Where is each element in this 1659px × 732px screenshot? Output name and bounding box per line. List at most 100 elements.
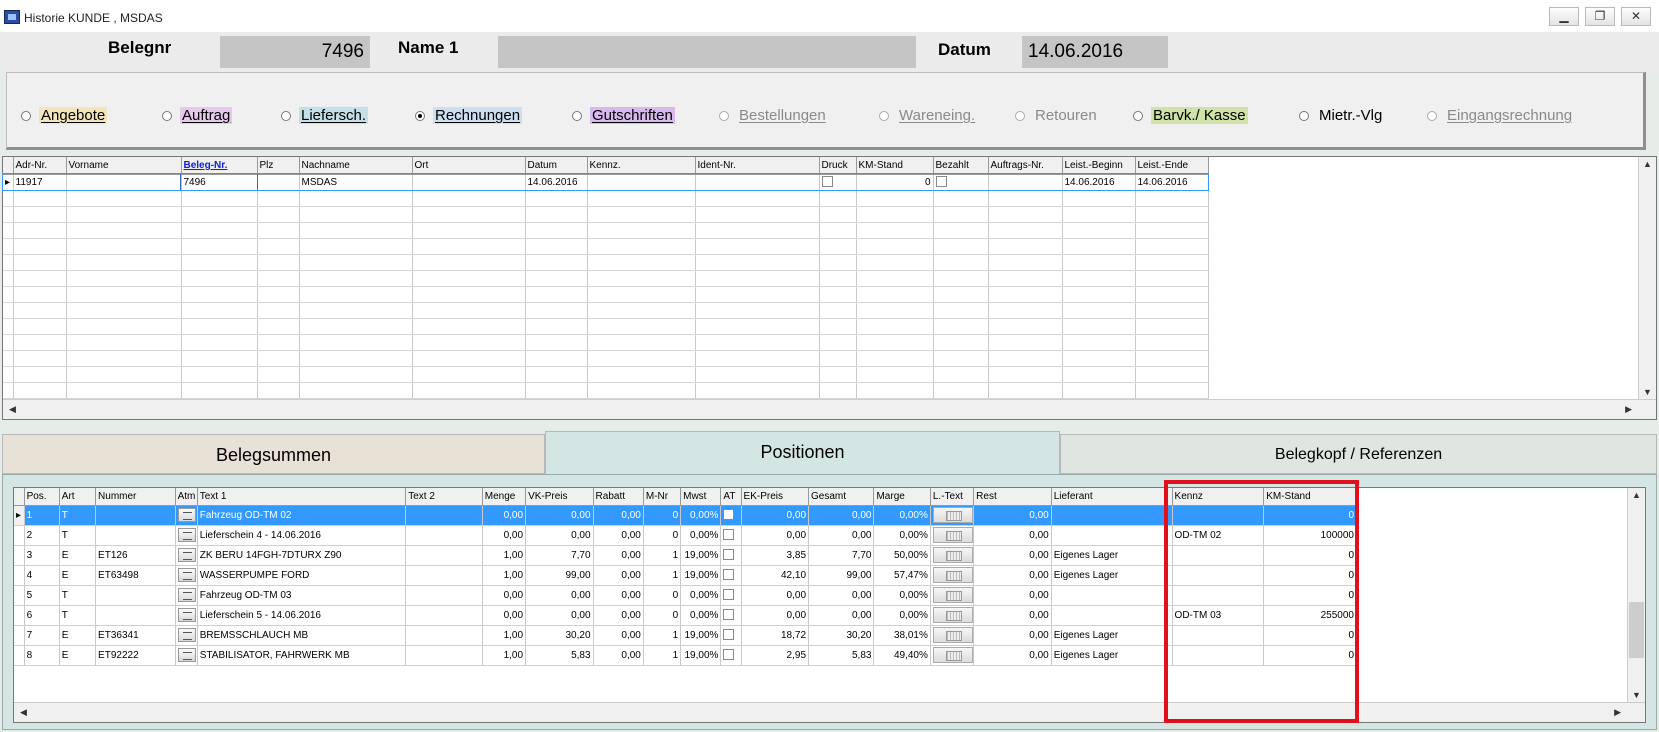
l-text-button[interactable]	[932, 567, 973, 583]
cell-nummer[interactable]: ET126	[95, 545, 176, 566]
cell-text2[interactable]	[405, 545, 483, 566]
cell-datum[interactable]: 14.06.2016	[525, 174, 588, 191]
cell-beleg-nr[interactable]: 7496	[180, 173, 258, 191]
scroll-up-icon[interactable]: ▲	[1632, 490, 1641, 500]
cell-marge[interactable]: 0,00%	[873, 585, 931, 606]
cell-art[interactable]: T	[59, 505, 97, 526]
cell-nummer[interactable]	[95, 605, 176, 626]
table-row[interactable]: 5 T Fahrzeug OD-TM 03 0,00 0,00 0,00 0 0,00% 0,0…	[14, 585, 1357, 606]
cell-text1[interactable]: WASSERPUMPE FORD	[197, 565, 407, 586]
cell-km-stand[interactable]: 100000	[1263, 525, 1357, 546]
cell-rabatt[interactable]: 0,00	[593, 585, 644, 606]
cell-vorname[interactable]	[66, 174, 182, 191]
cell-vk-preis[interactable]: 7,70	[525, 545, 594, 566]
cell-m-nr[interactable]: 0	[643, 505, 682, 526]
cell-marge[interactable]: 0,00%	[873, 505, 931, 526]
druck-checkbox[interactable]	[821, 176, 833, 188]
column-header[interactable]: Vorname	[66, 157, 182, 175]
cell-atm[interactable]	[175, 585, 198, 606]
cell-kennz[interactable]	[1172, 585, 1265, 606]
cell-l-text[interactable]	[930, 525, 975, 546]
column-header[interactable]: Menge	[482, 488, 527, 506]
cell-gesamt[interactable]: 0,00	[808, 505, 875, 526]
at-checkbox[interactable]	[723, 509, 735, 521]
at-checkbox[interactable]	[723, 529, 735, 541]
column-header[interactable]: Auftrags-Nr.	[988, 157, 1063, 175]
tab-belegsummen[interactable]: Belegsummen	[2, 434, 545, 474]
table-row[interactable]: 7 E ET36341 BREMSSCHLAUCH MB 1,00 30,20 0,00 1 1…	[14, 625, 1357, 646]
cell-kennz[interactable]	[1172, 625, 1265, 646]
name-field[interactable]	[498, 36, 916, 68]
at-checkbox[interactable]	[723, 609, 735, 621]
cell-text2[interactable]	[405, 625, 483, 646]
l-text-button[interactable]	[932, 507, 973, 523]
cell-rabatt[interactable]: 0,00	[593, 605, 644, 626]
at-checkbox[interactable]	[723, 589, 735, 601]
cell-vk-preis[interactable]: 0,00	[525, 585, 594, 606]
memo-icon[interactable]	[177, 648, 196, 662]
cell-ek-preis[interactable]: 0,00	[741, 605, 810, 626]
cell-lieferant[interactable]: Eigenes Lager	[1051, 565, 1173, 586]
cell-text2[interactable]	[405, 565, 483, 586]
cell-ek-preis[interactable]: 0,00	[741, 525, 810, 546]
memo-icon[interactable]	[177, 528, 196, 542]
cell-l-text[interactable]	[930, 605, 975, 626]
column-header[interactable]: Mwst	[680, 488, 722, 506]
cell-lieferant[interactable]	[1051, 525, 1173, 546]
cell-l-text[interactable]	[930, 505, 975, 526]
cell-rabatt[interactable]: 0,00	[593, 645, 644, 666]
memo-icon[interactable]	[177, 628, 196, 642]
column-header[interactable]: Bezahlt	[933, 157, 989, 175]
cell-m-nr[interactable]: 0	[643, 605, 682, 626]
cell-at[interactable]	[720, 505, 742, 526]
cell-km-stand[interactable]: 0	[1263, 565, 1357, 586]
column-header[interactable]: Lieferant	[1051, 488, 1173, 506]
cell-lieferant[interactable]	[1051, 605, 1173, 626]
cell-marge[interactable]: 50,00%	[873, 545, 931, 566]
cell-km-stand[interactable]: 0	[1263, 585, 1357, 606]
cell-rabatt[interactable]: 0,00	[593, 545, 644, 566]
cell-nummer[interactable]	[95, 505, 176, 526]
cell-at[interactable]	[720, 565, 742, 586]
cell-nummer[interactable]: ET63498	[95, 565, 176, 586]
cell-pos[interactable]: 5	[24, 585, 60, 606]
radio-auftrag[interactable]: Auftrag	[162, 107, 233, 124]
cell-marge[interactable]: 57,47%	[873, 565, 931, 586]
column-header[interactable]: Marge	[873, 488, 931, 506]
cell-kennz[interactable]	[1172, 565, 1265, 586]
cell-rabatt[interactable]: 0,00	[593, 525, 644, 546]
cell-km-stand[interactable]: 255000	[1263, 605, 1357, 626]
cell-rest[interactable]: 0,00	[973, 565, 1052, 586]
cell-m-nr[interactable]: 0	[643, 525, 682, 546]
cell-rest[interactable]: 0,00	[973, 605, 1052, 626]
radio-lieferschein[interactable]: Liefersch.	[281, 107, 369, 124]
cell-art[interactable]: T	[59, 605, 97, 626]
l-text-button[interactable]	[932, 607, 973, 623]
cell-text1[interactable]: Lieferschein 4 - 14.06.2016	[197, 525, 407, 546]
cell-lieferant[interactable]: Eigenes Lager	[1051, 625, 1173, 646]
cell-l-text[interactable]	[930, 645, 975, 666]
cell-kennz[interactable]	[1172, 545, 1265, 566]
cell-mwst[interactable]: 0,00%	[680, 505, 722, 526]
cell-l-text[interactable]	[930, 545, 975, 566]
cell-text2[interactable]	[405, 525, 483, 546]
cell-gesamt[interactable]: 0,00	[808, 605, 875, 626]
cell-text2[interactable]	[405, 585, 483, 606]
scroll-left-icon[interactable]: ◀	[20, 707, 27, 718]
cell-lieferant[interactable]: Eigenes Lager	[1051, 645, 1173, 666]
cell-text1[interactable]: Lieferschein 5 - 14.06.2016	[197, 605, 407, 626]
cell-mwst[interactable]: 19,00%	[680, 565, 722, 586]
cell-kennz[interactable]: OD-TM 03	[1172, 605, 1265, 626]
cell-at[interactable]	[720, 585, 742, 606]
radio-eingangsrechnung[interactable]: Eingangsrechnung	[1427, 107, 1574, 124]
cell-menge[interactable]: 0,00	[482, 505, 527, 526]
cell-pos[interactable]: 6	[24, 605, 60, 626]
radio-wareneingang[interactable]: Wareneing.	[879, 107, 977, 124]
cell-nummer[interactable]	[95, 525, 176, 546]
memo-icon[interactable]	[177, 548, 196, 562]
column-header[interactable]: Adr-Nr.	[13, 157, 67, 175]
table-row[interactable]: 3 E ET126 ZK BERU 14FGH-7DTURX Z90 1,00 7,70 0…	[14, 545, 1357, 566]
cell-gesamt[interactable]: 7,70	[808, 545, 875, 566]
cell-menge[interactable]: 0,00	[482, 605, 527, 626]
table-row[interactable]: 6 T Lieferschein 5 - 14.06.2016 0,00 0,00 0,0…	[14, 605, 1357, 626]
